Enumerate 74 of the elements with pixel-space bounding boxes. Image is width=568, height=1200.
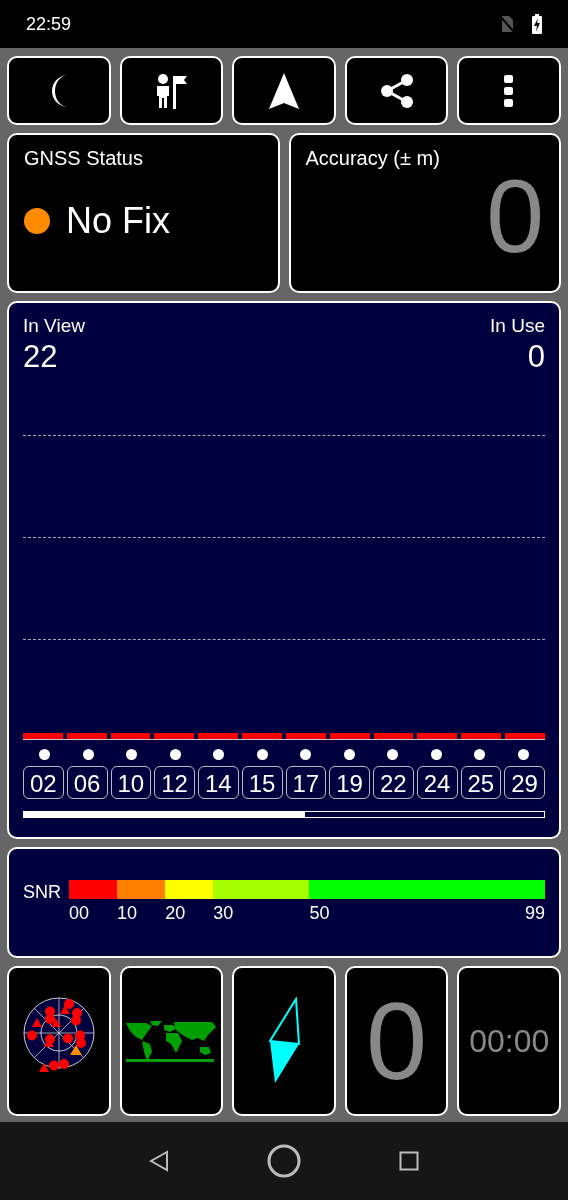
signal-bar	[417, 733, 458, 739]
satellite-prn: 15	[241, 766, 283, 799]
satellite-dot	[300, 748, 312, 760]
in-use-count: 0	[527, 339, 545, 375]
satellite-prn: 10	[110, 766, 152, 799]
signal-bar	[329, 733, 370, 739]
toolbar-button[interactable]	[232, 56, 336, 125]
satellite-dot	[387, 748, 399, 760]
signal-bar	[198, 733, 239, 739]
compass-needle-icon	[268, 997, 300, 1085]
signal-bar	[242, 733, 282, 739]
back-icon[interactable]	[149, 1150, 169, 1172]
toolbar-button[interactable]	[344, 56, 449, 125]
satellite-dot	[213, 748, 225, 760]
snr-tick: 20	[165, 903, 186, 924]
satellite-prn: 29	[504, 766, 545, 799]
dashboard-tile[interactable]	[232, 966, 336, 1116]
snr-tick: 30	[213, 903, 234, 924]
status-time: 22:59	[26, 13, 72, 35]
satellite-dot	[169, 748, 181, 760]
toolbar-button[interactable]	[119, 56, 224, 125]
battery-charging-icon	[532, 14, 542, 34]
signal-bar	[110, 733, 151, 739]
satellite-prn: 17	[285, 766, 327, 799]
snr-tick: 00	[69, 903, 90, 924]
satellite-prn: 12	[154, 766, 195, 799]
signal-bar	[285, 733, 326, 739]
no-sim-icon	[500, 15, 514, 33]
satellite-dot	[517, 748, 529, 760]
dashboard-tile[interactable]: 00:00	[457, 966, 561, 1116]
snr-label: SNR	[23, 882, 61, 903]
satellite-prn: 02	[23, 766, 64, 799]
satellite-prn: 24	[416, 766, 458, 799]
fix-status: No Fix	[66, 200, 170, 242]
signal-bar	[505, 733, 545, 739]
satellite-dot	[343, 748, 355, 760]
in-use-label: In Use	[490, 315, 545, 337]
snr-tick: 99	[524, 903, 545, 924]
satellite-prn: 14	[198, 766, 239, 799]
satellite-dot	[126, 748, 138, 760]
satellite-prn: 06	[66, 766, 108, 799]
navigation-arrow-icon	[269, 72, 299, 109]
dashboard-tile[interactable]	[7, 966, 111, 1116]
satellite-dot	[256, 748, 268, 760]
snr-tick: 10	[117, 903, 138, 924]
signal-bar	[154, 733, 195, 739]
snr-tick: 50	[309, 903, 330, 924]
more-options-icon	[504, 74, 515, 107]
card-title: Accuracy (± m)	[305, 147, 441, 170]
share-icon	[379, 73, 414, 108]
satellite-prn: 19	[329, 766, 370, 799]
satellite-prn: 25	[460, 766, 502, 799]
home-icon[interactable]	[267, 1144, 301, 1178]
dashboard-tile[interactable]	[119, 966, 224, 1116]
timer-value: 00:00	[469, 1022, 550, 1060]
dashboard-tile[interactable]: 0	[344, 966, 449, 1116]
in-view-count: 22	[23, 339, 59, 375]
signal-bar	[373, 733, 414, 739]
accuracy-value: 0	[486, 164, 544, 268]
satellite-dot	[474, 748, 486, 760]
speed-value: 0	[366, 986, 428, 1096]
person-with-flag-icon	[154, 72, 189, 109]
satellite-dot	[82, 748, 94, 760]
satellite-prn: 22	[373, 766, 414, 799]
toolbar-button[interactable]	[457, 56, 561, 125]
in-view-label: In View	[23, 315, 85, 337]
toolbar-button[interactable]	[7, 56, 111, 125]
satellite-dot	[39, 748, 51, 760]
card-title: GNSS Status	[24, 147, 144, 170]
signal-bar	[461, 733, 502, 739]
signal-bar	[23, 733, 63, 739]
recents-icon[interactable]	[399, 1151, 419, 1171]
signal-bar	[66, 733, 107, 739]
satellite-dot	[430, 748, 442, 760]
